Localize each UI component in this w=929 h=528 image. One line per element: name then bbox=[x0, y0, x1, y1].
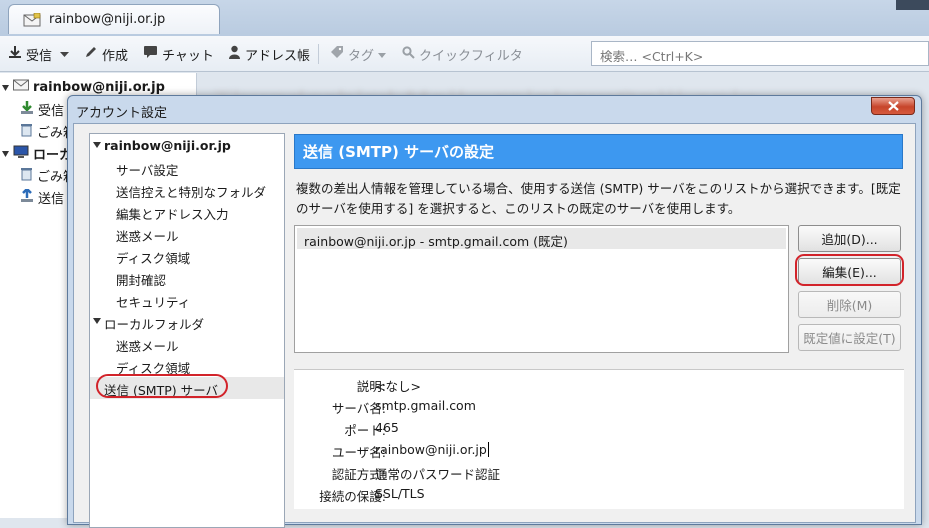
quick-filter-button[interactable]: クイックフィルタ bbox=[402, 45, 523, 64]
inbox-icon bbox=[20, 100, 34, 119]
detail-server-name: サーバ名: smtp.gmail.com bbox=[331, 398, 476, 416]
panel-header: 送信 (SMTP) サーバの設定 bbox=[294, 134, 903, 169]
dialog-title: アカウント設定 bbox=[76, 106, 168, 121]
toolbar-separator bbox=[318, 44, 319, 64]
account-mail-icon bbox=[13, 79, 29, 95]
tree-item-server-settings[interactable]: サーバ設定 bbox=[90, 157, 284, 179]
folder-inbox[interactable]: 受信 bbox=[20, 100, 64, 119]
computer-icon bbox=[13, 145, 29, 163]
account-tree: rainbow@niji.or.jp サーバ設定 送信控えと特別なフォルダ 編集… bbox=[89, 133, 285, 528]
dialog-titlebar[interactable]: アカウント設定 bbox=[68, 96, 921, 123]
list-item[interactable]: rainbow@niji.or.jp - smtp.gmail.com (既定) bbox=[297, 228, 786, 249]
address-book-button[interactable]: アドレス帳 bbox=[228, 45, 310, 64]
folder-account[interactable]: rainbow@niji.or.jp bbox=[2, 79, 165, 95]
account-settings-dialog: アカウント設定 rainbow@niji.or.jp サーバ設定 送信控えと特別… bbox=[67, 95, 922, 528]
highlight-circle bbox=[795, 254, 904, 286]
detail-connection-security: 接続の保護: SSL/TLS bbox=[319, 486, 425, 504]
write-button[interactable]: 作成 bbox=[84, 45, 128, 64]
add-button[interactable]: 追加(D)... bbox=[798, 225, 901, 252]
panel-description: 複数の差出人情報を管理している場合、使用する送信 (SMTP) サーバをこのリス… bbox=[296, 181, 901, 216]
folder-outbox[interactable]: 送信 bbox=[20, 186, 64, 207]
highlight-circle bbox=[96, 374, 228, 398]
detail-description: 説明: <なし> bbox=[356, 379, 421, 394]
tree-twisty-icon bbox=[93, 318, 101, 324]
detail-port: ポート: 465 bbox=[344, 420, 399, 438]
detail-auth-method: 認証方式: 通常のパスワード認証 bbox=[331, 467, 501, 482]
filter-search-icon bbox=[402, 45, 415, 63]
tree-twisty-icon bbox=[2, 146, 9, 161]
tree-twisty-icon bbox=[93, 142, 101, 148]
tree-item-copies-folders[interactable]: 送信控えと特別なフォルダ bbox=[90, 179, 284, 201]
main-toolbar: 受信 作成 チャット アドレス帳 タグ クイックフィルタ 検索… <Ctrl+K… bbox=[0, 36, 929, 72]
trash-icon bbox=[20, 123, 33, 141]
server-details: 説明: <なし> サーバ名: smtp.gmail.com ポート: 465 ユ… bbox=[294, 369, 904, 509]
remove-button[interactable]: 削除(M) bbox=[798, 291, 901, 318]
tag-button[interactable]: タグ bbox=[330, 45, 387, 64]
tree-twisty-icon bbox=[2, 80, 9, 95]
trash-icon bbox=[20, 167, 33, 185]
chat-icon bbox=[143, 45, 158, 63]
window-controls[interactable] bbox=[896, 0, 929, 10]
dialog-body: rainbow@niji.or.jp サーバ設定 送信控えと特別なフォルダ 編集… bbox=[73, 123, 916, 528]
tag-icon bbox=[330, 45, 344, 63]
get-mail-button[interactable]: 受信 bbox=[8, 45, 52, 64]
tree-item-disk-space[interactable]: ディスク領域 bbox=[90, 245, 284, 267]
tab-title: rainbow@niji.or.jp bbox=[49, 12, 166, 27]
close-button[interactable] bbox=[871, 97, 915, 115]
text-caret bbox=[487, 442, 489, 457]
tree-local-folders[interactable]: ローカルフォルダ bbox=[90, 311, 284, 333]
chevron-down-icon bbox=[60, 47, 69, 62]
get-mail-dropdown[interactable] bbox=[60, 45, 69, 63]
chat-button[interactable]: チャット bbox=[143, 45, 214, 64]
username-value: rainbow@niji.or.jp bbox=[375, 442, 489, 457]
mail-icon bbox=[23, 12, 41, 30]
tree-item-receipts[interactable]: 開封確認 bbox=[90, 267, 284, 289]
outbox-icon bbox=[20, 186, 34, 207]
tree-item-security[interactable]: セキュリティ bbox=[90, 289, 284, 311]
smtp-server-list[interactable]: rainbow@niji.or.jp - smtp.gmail.com (既定) bbox=[294, 225, 789, 353]
pencil-icon bbox=[84, 45, 98, 63]
tree-item-junk[interactable]: 迷惑メール bbox=[90, 223, 284, 245]
person-icon bbox=[228, 45, 241, 63]
tree-item-composition[interactable]: 編集とアドレス入力 bbox=[90, 201, 284, 223]
detail-username: ユーザ名: rainbow@niji.or.jp bbox=[332, 442, 489, 460]
tree-item-local-junk[interactable]: 迷惑メール bbox=[90, 333, 284, 355]
download-icon bbox=[8, 45, 22, 63]
title-bar: rainbow@niji.or.jp bbox=[0, 0, 929, 36]
set-default-button[interactable]: 既定値に設定(T) bbox=[798, 324, 901, 351]
mail-tab[interactable]: rainbow@niji.or.jp bbox=[8, 4, 220, 34]
chevron-down-icon bbox=[378, 47, 387, 62]
tree-account[interactable]: rainbow@niji.or.jp bbox=[90, 135, 284, 157]
tree-item-smtp-server[interactable]: 送信 (SMTP) サーバ bbox=[90, 374, 284, 399]
search-input[interactable]: 検索… <Ctrl+K> bbox=[591, 41, 929, 66]
close-icon bbox=[887, 99, 899, 114]
